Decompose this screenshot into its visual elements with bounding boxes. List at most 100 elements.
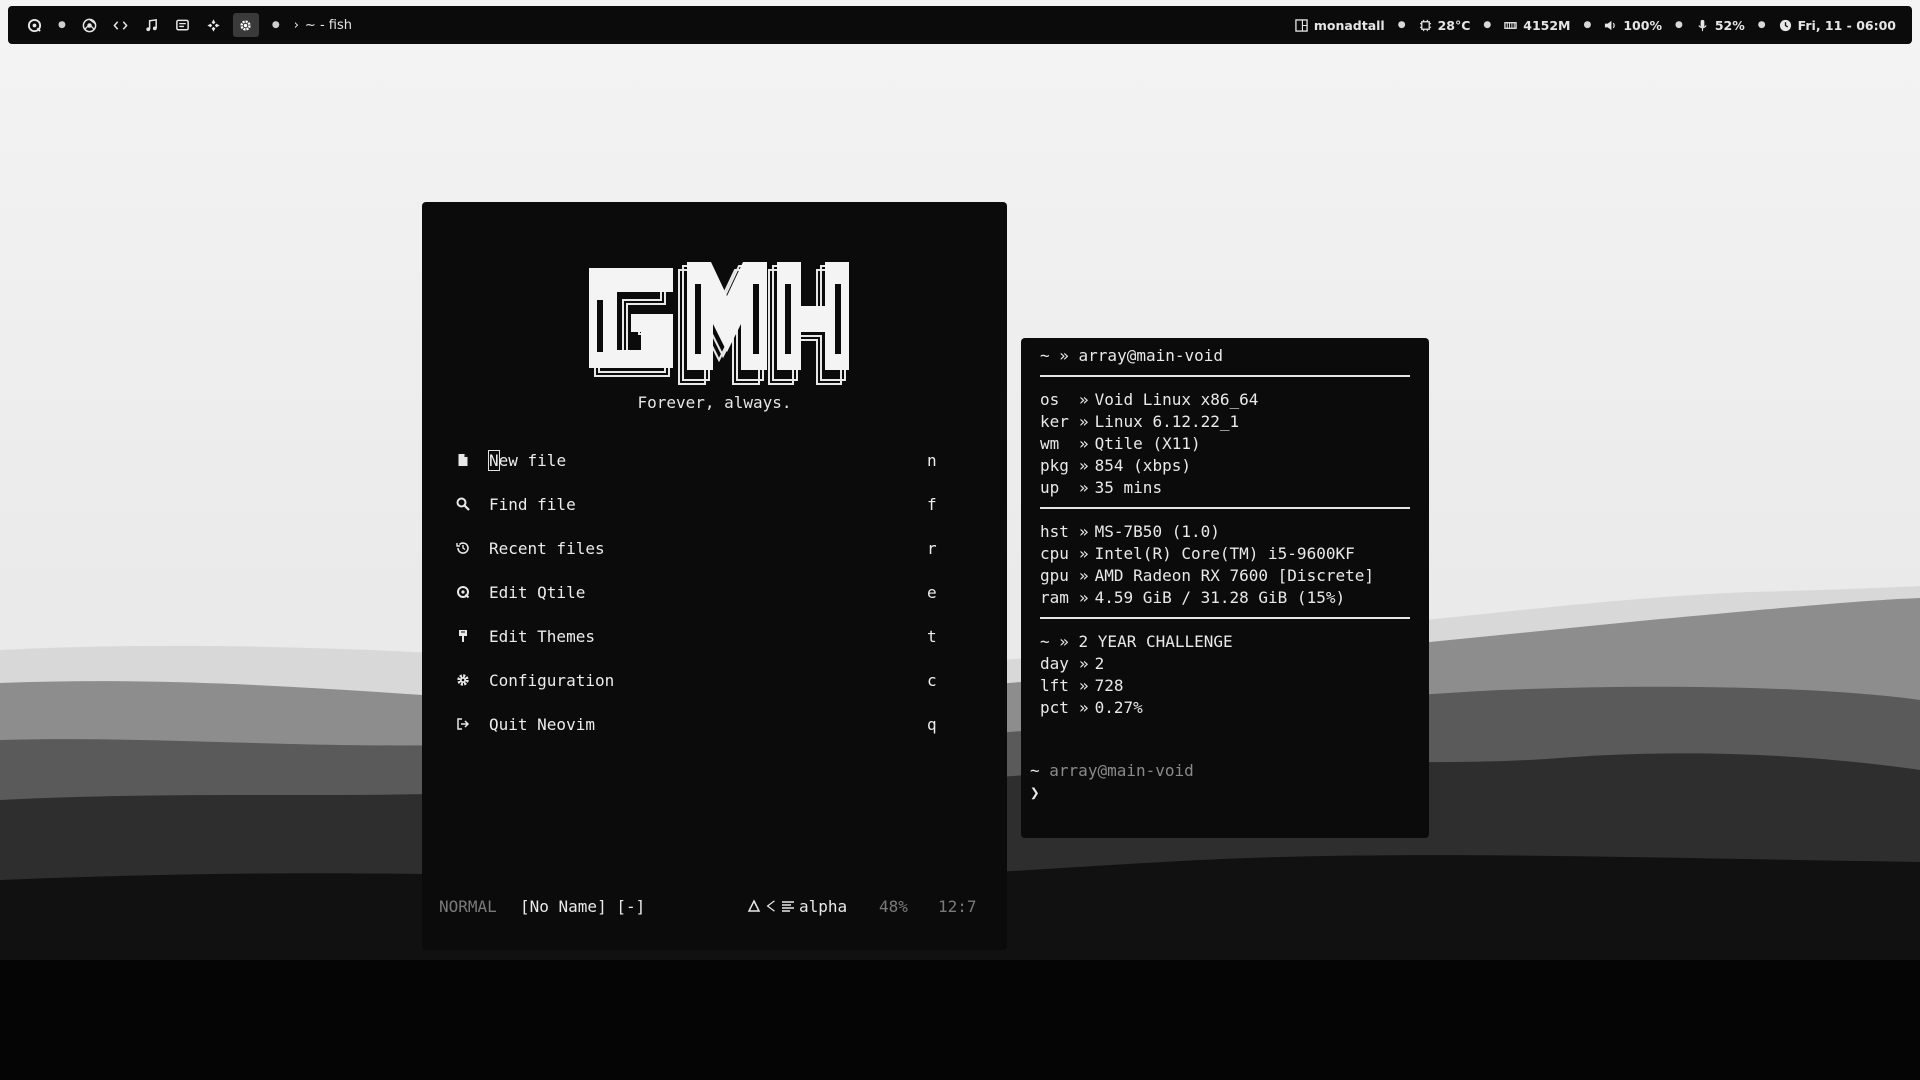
divider	[1040, 375, 1410, 377]
fetch-key: lft	[1040, 676, 1069, 695]
double-chevron-icon: »	[1079, 588, 1089, 607]
fetch-value: 0.27%	[1094, 698, 1143, 717]
datetime-value: Fri, 11 - 06:00	[1797, 17, 1896, 33]
menu-edit-qtile[interactable]: Edit Qtile e	[456, 570, 941, 614]
align-left-icon	[782, 901, 794, 912]
menu-new-file[interactable]: New file n	[456, 438, 941, 482]
menu-label: Quit Neovim	[489, 714, 595, 734]
double-chevron-icon: »	[1079, 654, 1089, 673]
mode-indicator: NORMAL	[439, 896, 497, 916]
clock-icon	[1779, 19, 1791, 31]
separator-dot: ●	[1583, 20, 1592, 30]
search-icon	[456, 497, 470, 511]
filetype-name: alpha	[799, 896, 848, 916]
fetch-key: day	[1040, 654, 1069, 673]
divider	[1040, 507, 1410, 509]
menu-shortcut: r	[927, 538, 937, 558]
neovim-window[interactable]: Forever, always. New file n Find file f …	[422, 202, 1007, 950]
shell-prompt-path: ~ array@main-void	[1030, 760, 1194, 782]
window-title-text: ~ - fish	[304, 17, 352, 33]
fetch-row-cpu: cpu » Intel(R) Core(TM) i5-9600KF	[1040, 543, 1355, 565]
mic-indicator[interactable]: 52%	[1696, 18, 1745, 33]
fetch-row-gpu: gpu » AMD Radeon RX 7600 [Discrete]	[1040, 565, 1374, 587]
double-chevron-icon: »	[1079, 478, 1089, 497]
divider	[1040, 617, 1410, 619]
qtile-icon	[456, 585, 470, 599]
fetch-value: 728	[1094, 676, 1124, 695]
separator-dot: ●	[1674, 20, 1683, 30]
fetch-value: 854 (xbps)	[1094, 456, 1191, 475]
temperature-value: 28°C	[1437, 17, 1471, 33]
buffer-name: [No Name] [-]	[520, 896, 646, 916]
fetch-key: hst	[1040, 522, 1069, 541]
double-chevron-icon: »	[1079, 676, 1089, 695]
double-chevron-icon: »	[1079, 456, 1089, 475]
fetch-key: pct	[1040, 698, 1069, 717]
layout-indicator[interactable]: monadtall	[1295, 18, 1385, 33]
settings-icon[interactable]	[232, 13, 259, 37]
fetch-key: ram	[1040, 588, 1069, 607]
separator-chevron-icon	[766, 900, 775, 912]
music-icon[interactable]	[140, 13, 164, 37]
menu-shortcut: t	[927, 626, 937, 646]
brush-icon	[456, 629, 470, 643]
fetch-row-pkg: pkg » 854 (xbps)	[1040, 455, 1191, 477]
menu-quit-neovim[interactable]: Quit Neovim q	[456, 702, 941, 746]
menu-label: Recent files	[489, 538, 605, 558]
cursor-position: 12:7	[938, 896, 977, 916]
separator-dot: ●	[1757, 20, 1766, 30]
shell-prompt-input[interactable]: ❯	[1030, 782, 1040, 804]
menu-configuration[interactable]: Configuration c	[456, 658, 941, 702]
file-icon	[456, 453, 470, 467]
mic-value: 52%	[1714, 17, 1745, 33]
double-chevron-icon: »	[1079, 544, 1089, 563]
fetch-value: Void Linux x86_64	[1094, 390, 1259, 409]
fetch-value: Intel(R) Core(TM) i5-9600KF	[1094, 544, 1355, 563]
menu-label: Edit Themes	[489, 626, 595, 646]
layout-icon	[1295, 18, 1308, 32]
fetch-value: Linux 6.12.22_1	[1094, 412, 1240, 431]
menu-find-file[interactable]: Find file f	[456, 482, 941, 526]
top-bar: ● ● › ~ - fish monadtall ● 28°C ● 4152M …	[8, 6, 1912, 44]
clock[interactable]: Fri, 11 - 06:00	[1779, 18, 1896, 33]
double-chevron-icon: »	[1079, 390, 1089, 409]
volume-indicator[interactable]: 100%	[1604, 18, 1662, 33]
fetch-row-wm: wm » Qtile (X11)	[1040, 433, 1201, 455]
menu-shortcut: q	[927, 714, 937, 734]
fetch-key: up	[1040, 478, 1060, 497]
qtile-logo-icon[interactable]	[22, 13, 46, 37]
prompt-path: ~	[1030, 761, 1040, 780]
challenge-row-day: day » 2	[1040, 653, 1104, 675]
code-icon[interactable]	[109, 13, 133, 37]
menu-shortcut: c	[927, 670, 937, 690]
double-chevron-icon: »	[1079, 698, 1089, 717]
delta-icon	[747, 899, 761, 912]
games-icon[interactable]	[202, 13, 226, 37]
double-chevron-icon: »	[1079, 566, 1089, 585]
prompt-symbol: ❯	[1030, 783, 1040, 802]
workspace-dot: ●	[58, 20, 66, 30]
fetch-header: ~ » array@main-void	[1040, 346, 1224, 365]
menu-label: Configuration	[489, 670, 615, 690]
microphone-icon	[1698, 19, 1707, 31]
prompt-chevron-icon: ›	[293, 17, 299, 33]
menu-label: Edit Qtile	[489, 582, 586, 602]
menu-edit-themes[interactable]: Edit Themes t	[456, 614, 941, 658]
fetch-row-ker: ker » Linux 6.12.22_1	[1040, 411, 1239, 433]
gmh-ascii-logo	[589, 262, 849, 385]
fetch-value: 2	[1094, 654, 1105, 673]
fetch-row-hst: hst » MS-7B50 (1.0)	[1040, 521, 1220, 543]
challenge-row-pct: pct » 0.27%	[1040, 697, 1143, 719]
terminal-window[interactable]: ~ » array@main-void os » Void Linux x86_64…	[1021, 338, 1429, 838]
challenge-row-lft: lft » 728	[1040, 675, 1124, 697]
separator-dot: ●	[1397, 20, 1406, 30]
browser-icon[interactable]	[78, 13, 102, 37]
filetype-indicator: alpha	[747, 895, 847, 917]
menu-recent-files[interactable]: Recent files r	[456, 526, 941, 570]
fetch-key: pkg	[1040, 456, 1069, 475]
dashboard-menu: New file n Find file f Recent files r Ed…	[456, 438, 941, 746]
prompt-host: array@main-void	[1049, 761, 1194, 780]
double-chevron-icon: »	[1079, 522, 1089, 541]
chat-icon[interactable]	[171, 13, 195, 37]
exit-icon	[456, 717, 470, 731]
